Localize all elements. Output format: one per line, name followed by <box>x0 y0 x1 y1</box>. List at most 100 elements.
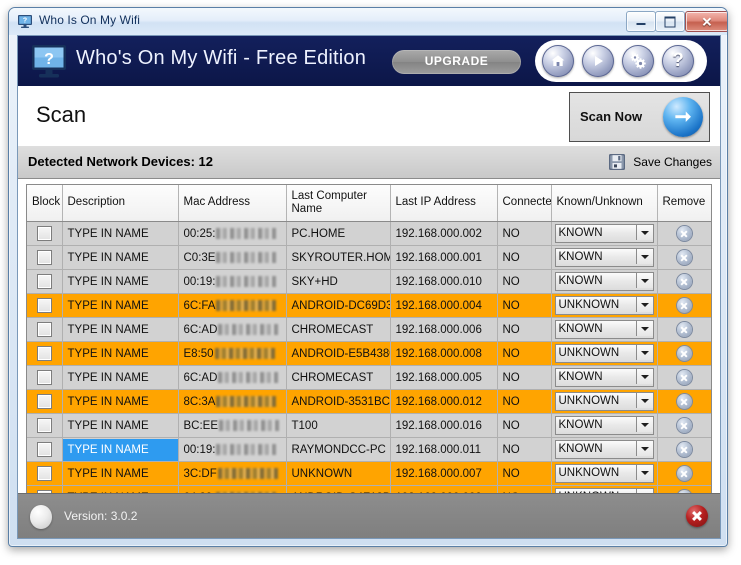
close-button[interactable]: ✕ <box>685 11 727 32</box>
chevron-down-icon[interactable] <box>635 225 653 240</box>
column-header-connected[interactable]: Connecte <box>497 185 552 222</box>
column-header-description[interactable]: Description <box>62 185 179 222</box>
cell-computer-name[interactable]: ANDROID-DC69D3E.. <box>286 293 391 318</box>
cell-computer-name[interactable]: SKY+HD <box>286 269 391 294</box>
cell-description[interactable]: TYPE IN NAME <box>62 317 179 342</box>
chevron-down-icon[interactable] <box>635 441 653 456</box>
cell-description[interactable]: TYPE IN NAME <box>62 365 179 390</box>
block-checkbox[interactable] <box>36 274 52 289</box>
devices-grid[interactable]: Block Description Mac Address Last Compu… <box>26 184 712 496</box>
cell-mac-address[interactable]: BC:EE <box>178 413 287 438</box>
cell-description[interactable]: TYPE IN NAME <box>62 389 179 414</box>
table-row[interactable]: TYPE IN NAME BC:EE T100 192.168.000.016 NO KN… <box>27 413 711 438</box>
remove-device-button[interactable] <box>676 418 692 433</box>
chevron-down-icon[interactable] <box>635 321 653 336</box>
chevron-down-icon[interactable] <box>635 417 653 432</box>
cell-computer-name[interactable]: UNKNOWN <box>286 461 391 486</box>
cell-computer-name[interactable]: RAYMONDCC-PC <box>286 437 391 462</box>
chevron-down-icon[interactable] <box>635 249 653 264</box>
settings-gears-icon[interactable] <box>622 45 654 77</box>
cell-ip-address[interactable]: 192.168.000.011 <box>390 437 498 462</box>
known-unknown-dropdown[interactable]: KNOWN <box>554 320 654 339</box>
cell-mac-address[interactable]: E8:50 <box>178 341 287 366</box>
block-checkbox[interactable] <box>36 322 52 337</box>
known-unknown-dropdown[interactable]: UNKNOWN <box>554 464 654 483</box>
block-checkbox[interactable] <box>36 250 52 265</box>
known-unknown-dropdown[interactable]: KNOWN <box>554 368 654 387</box>
chevron-down-icon[interactable] <box>635 393 653 408</box>
known-unknown-dropdown[interactable]: KNOWN <box>554 440 654 459</box>
cell-computer-name[interactable]: ANDROID-3531BCF... <box>286 389 391 414</box>
scan-now-button[interactable]: Scan Now ➞ <box>569 92 710 142</box>
block-checkbox[interactable] <box>36 466 52 481</box>
table-row[interactable]: TYPE IN NAME 6C:FA ANDROID-DC69D3E..192.16… <box>27 293 711 318</box>
save-changes-button[interactable]: Save Changes <box>607 150 712 174</box>
column-header-known-unknown[interactable]: Known/Unknown <box>551 185 658 222</box>
column-header-ip-address[interactable]: Last IP Address <box>390 185 498 222</box>
window-title-bar[interactable]: ? Who Is On My Wifi ✕ <box>9 8 727 35</box>
remove-device-button[interactable] <box>676 394 692 409</box>
chevron-down-icon[interactable] <box>635 297 653 312</box>
block-checkbox[interactable] <box>36 346 52 361</box>
cell-computer-name[interactable]: CHROMECAST <box>286 317 391 342</box>
cell-ip-address[interactable]: 192.168.000.001 <box>390 245 498 270</box>
known-unknown-dropdown[interactable]: KNOWN <box>554 272 654 291</box>
cell-ip-address[interactable]: 192.168.000.016 <box>390 413 498 438</box>
remove-device-button[interactable] <box>676 274 692 289</box>
chevron-down-icon[interactable] <box>635 465 653 480</box>
cell-ip-address[interactable]: 192.168.000.008 <box>390 341 498 366</box>
cell-ip-address[interactable]: 192.168.000.007 <box>390 461 498 486</box>
cell-description[interactable]: TYPE IN NAME <box>62 293 179 318</box>
block-checkbox[interactable] <box>36 418 52 433</box>
cell-mac-address[interactable]: 8C:3A <box>178 389 287 414</box>
known-unknown-dropdown[interactable]: UNKNOWN <box>554 344 654 363</box>
cell-description[interactable]: TYPE IN NAME <box>62 341 179 366</box>
close-circle-icon[interactable] <box>686 505 708 527</box>
column-header-remove[interactable]: Remove <box>657 185 711 222</box>
chevron-down-icon[interactable] <box>635 345 653 360</box>
block-checkbox[interactable] <box>36 370 52 385</box>
cell-ip-address[interactable]: 192.168.000.006 <box>390 317 498 342</box>
remove-device-button[interactable] <box>676 370 692 385</box>
cell-description[interactable]: TYPE IN NAME <box>62 269 179 294</box>
cell-ip-address[interactable]: 192.168.000.005 <box>390 365 498 390</box>
cell-computer-name[interactable]: ANDROID-E5B4380... <box>286 341 391 366</box>
block-checkbox[interactable] <box>36 298 52 313</box>
block-checkbox[interactable] <box>36 442 52 457</box>
block-checkbox[interactable] <box>36 394 52 409</box>
cell-mac-address[interactable]: C0:3E <box>178 245 287 270</box>
cell-mac-address[interactable]: 00:19: <box>178 437 287 462</box>
table-row[interactable]: TYPE IN NAME 3C:DF UNKNOWN 192.168.000.007 N… <box>27 461 711 486</box>
remove-device-button[interactable] <box>676 322 692 337</box>
cell-description[interactable]: TYPE IN NAME <box>62 221 179 246</box>
cell-description[interactable]: TYPE IN NAME <box>62 413 179 438</box>
known-unknown-dropdown[interactable]: KNOWN <box>554 224 654 243</box>
table-row[interactable]: TYPE IN NAME 00:25: PC.HOME 192.168.000.002… <box>27 221 711 246</box>
cell-ip-address[interactable]: 192.168.000.002 <box>390 221 498 246</box>
cell-ip-address[interactable]: 192.168.000.004 <box>390 293 498 318</box>
cell-computer-name[interactable]: CHROMECAST <box>286 365 391 390</box>
chevron-down-icon[interactable] <box>635 369 653 384</box>
help-question-icon[interactable]: ? <box>662 45 694 77</box>
cell-mac-address[interactable]: 6C:AD <box>178 365 287 390</box>
play-icon[interactable] <box>582 45 614 77</box>
remove-device-button[interactable] <box>676 346 692 361</box>
cell-ip-address[interactable]: 192.168.000.012 <box>390 389 498 414</box>
home-icon[interactable] <box>542 45 574 77</box>
cell-computer-name[interactable]: SKYROUTER.HOME <box>286 245 391 270</box>
remove-device-button[interactable] <box>676 298 692 313</box>
remove-device-button[interactable] <box>676 466 692 481</box>
cell-mac-address[interactable]: 6C:FA <box>178 293 287 318</box>
column-header-block[interactable]: Block <box>27 185 63 222</box>
cell-ip-address[interactable]: 192.168.000.010 <box>390 269 498 294</box>
cell-mac-address[interactable]: 00:19: <box>178 269 287 294</box>
cell-description[interactable]: TYPE IN NAME <box>62 461 179 486</box>
column-header-mac-address[interactable]: Mac Address <box>178 185 287 222</box>
remove-device-button[interactable] <box>676 226 692 241</box>
block-checkbox[interactable] <box>36 226 52 241</box>
known-unknown-dropdown[interactable]: KNOWN <box>554 416 654 435</box>
known-unknown-dropdown[interactable]: UNKNOWN <box>554 392 654 411</box>
cell-computer-name[interactable]: PC.HOME <box>286 221 391 246</box>
table-row[interactable]: TYPE IN NAME 6C:AD CHROMECAST 192.168.000.0… <box>27 365 711 390</box>
known-unknown-dropdown[interactable]: KNOWN <box>554 248 654 267</box>
